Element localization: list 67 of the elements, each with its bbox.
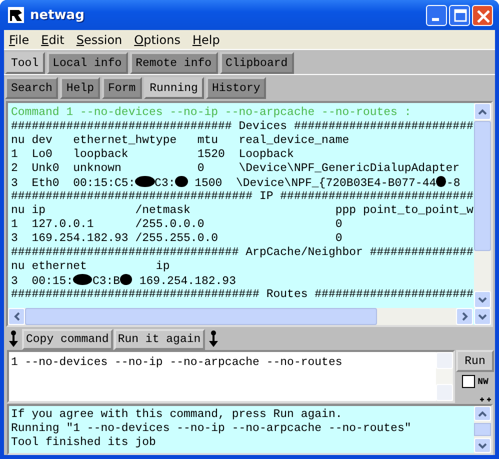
message-text: If you agree with this command, press Run again. — [11, 408, 344, 422]
output-text: nu dev ethernet_hwtype mtu real_device_name — [11, 134, 350, 147]
output-text: 2 Unk0 unknown 0 \Device\NPF_GenericDialupAdapter — [11, 162, 460, 175]
message-text: Running "1 --no-devices --no-ip --no-arpcache --no-routes" — [11, 422, 412, 436]
redaction-mark — [175, 176, 188, 187]
menu-item[interactable]: Session — [76, 32, 122, 46]
redaction-mark — [120, 274, 132, 285]
command-line: Command 1 --no-devices --no-ip --no-arpcache --no-routes : — [11, 106, 412, 119]
output-text: 3 00:15: — [11, 275, 74, 288]
minimize-icon — [432, 18, 439, 20]
vertical-scrollbar[interactable] — [474, 406, 491, 453]
checkbox[interactable] — [462, 375, 475, 388]
tab[interactable]: Form — [102, 77, 142, 99]
action-button[interactable]: Copy command — [22, 328, 113, 350]
tab[interactable]: Clipboard — [220, 52, 294, 74]
scroll-up-icon — [478, 410, 487, 416]
scroll-right-icon — [462, 312, 468, 321]
tab[interactable]: Remote info — [130, 52, 218, 74]
output-text: C3: — [154, 177, 176, 190]
output-text: ################################ Devices ########################## — [11, 120, 474, 133]
drag-arrow-icon[interactable] — [8, 330, 19, 348]
run-button[interactable]: Run — [456, 350, 494, 372]
app-icon — [8, 7, 24, 23]
output-text: -8 — [446, 177, 460, 190]
tab[interactable]: Local info — [46, 52, 128, 74]
scroll-left-icon — [14, 312, 20, 321]
checkbox-label: NW — [478, 376, 488, 386]
output-text: ################################### IP ############################ — [11, 190, 474, 203]
scroll-up-icon — [478, 108, 487, 114]
redaction-mark — [135, 176, 155, 187]
output-text: 169.254.182.93 — [138, 275, 236, 288]
minimize-button[interactable] — [426, 4, 447, 26]
scroll-down-icon — [478, 314, 487, 320]
tab[interactable]: Search — [5, 77, 58, 99]
output-text: #################################### Routes ####################### — [11, 288, 474, 301]
output-text: 1 Lo0 loopback 1520 Loopback — [11, 148, 294, 161]
action-button[interactable]: Run it again — [114, 328, 205, 350]
menu-item[interactable]: Options — [134, 32, 180, 46]
output-text: ################################# ArpCache/Neighbor ############### — [11, 246, 474, 259]
command-field[interactable]: 1 --no-devices --no-ip --no-arpcache --no-routes — [7, 350, 455, 403]
drag-arrow-icon[interactable] — [208, 330, 219, 348]
output-text: C3:B — [92, 275, 120, 288]
output-text: 3 169.254.182.93 /255.255.0.0 0 — [11, 232, 342, 245]
scroll-down-icon — [478, 296, 487, 302]
tab[interactable]: History — [206, 77, 266, 99]
scroll-down-button[interactable] — [474, 308, 491, 325]
menu-item[interactable]: File — [9, 32, 30, 46]
tab[interactable]: Running — [144, 77, 204, 99]
scroll-down-icon — [478, 442, 487, 448]
horizontal-scrollbar[interactable] — [8, 308, 473, 325]
redaction-mark — [73, 274, 92, 285]
resize-handle-icon[interactable] — [480, 397, 492, 402]
menu-item[interactable]: Help — [192, 32, 220, 46]
close-button[interactable] — [472, 4, 493, 26]
output-text: 3 Eth0 00:15:C5: — [11, 177, 136, 190]
message-text: Tool finished its job — [11, 436, 157, 450]
output-text: nu ip /netmask ppp point_to_point_w — [11, 204, 474, 217]
output-text: nu ethernet ip — [11, 260, 170, 273]
maximize-button[interactable] — [449, 4, 470, 26]
tab[interactable]: Help — [60, 77, 100, 99]
output-text: 1500 \Device\NPF_{720B03E4-B077-44 — [194, 177, 436, 190]
menu-item[interactable]: Edit — [41, 32, 64, 46]
tab[interactable]: Tool — [5, 52, 45, 74]
output-text: 1 127.0.0.1 /255.0.0.0 0 — [11, 218, 342, 231]
vertical-scrollbar[interactable] — [474, 103, 491, 308]
redaction-mark — [436, 176, 446, 187]
window-title: netwag — [30, 8, 86, 22]
